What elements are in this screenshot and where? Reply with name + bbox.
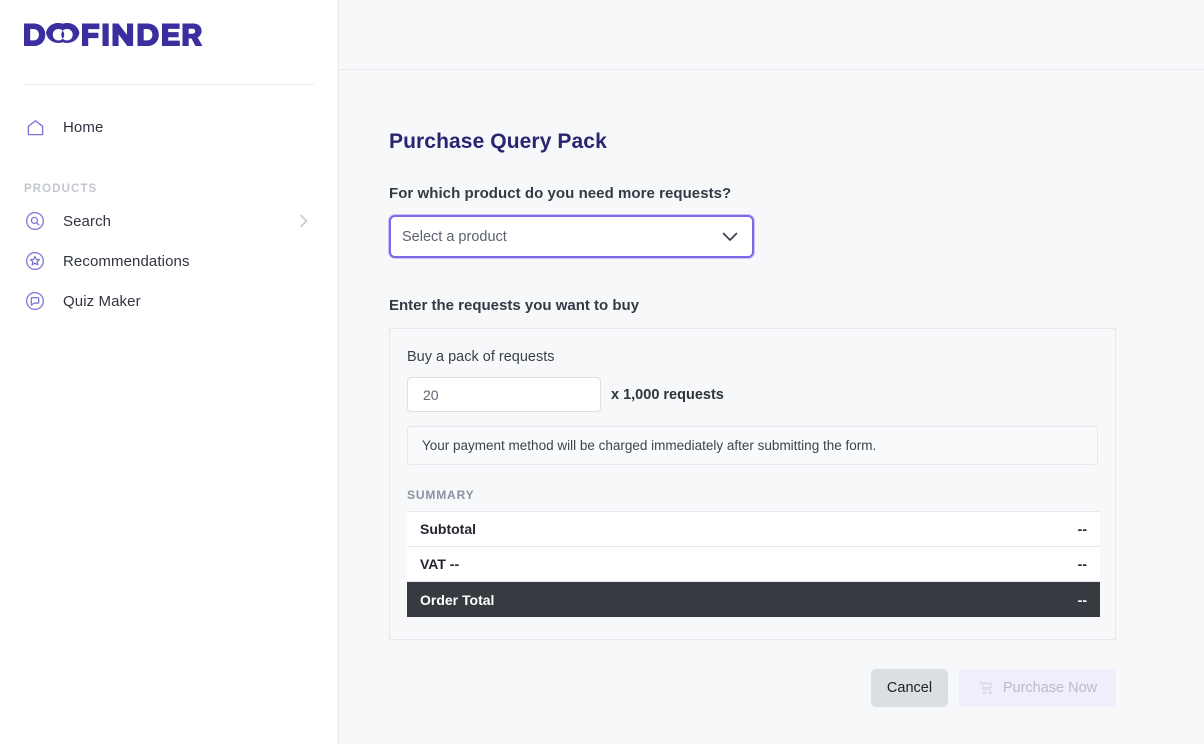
sidebar-section-products: PRODUCTS — [24, 183, 98, 195]
page-title: Purchase Query Pack — [389, 130, 607, 153]
doofinder-logo-icon — [24, 23, 203, 46]
quantity-input[interactable] — [407, 377, 601, 412]
sidebar-item-search[interactable]: Search — [0, 201, 338, 241]
product-select-value: Select a product — [402, 228, 507, 245]
brand-logo[interactable] — [0, 0, 338, 70]
search-circle-icon — [24, 210, 46, 232]
summary-row-vat: VAT -- -- — [407, 547, 1100, 582]
requests-card: Buy a pack of requests x 1,000 requests … — [389, 328, 1116, 640]
form-actions: Cancel Purchase Now — [389, 669, 1116, 707]
summary-table: Subtotal -- VAT -- -- Order Total -- — [407, 511, 1100, 617]
home-icon — [24, 116, 46, 138]
star-circle-icon — [24, 250, 46, 272]
summary-heading: SUMMARY — [407, 488, 475, 502]
quantity-row: x 1,000 requests — [407, 377, 1098, 412]
app-root: Home PRODUCTS Search Recommendations Qui… — [0, 0, 1204, 744]
chevron-right-icon[interactable] — [300, 214, 308, 228]
page-content: Purchase Query Pack For which product do… — [339, 70, 1204, 707]
sidebar-nav: Home PRODUCTS Search Recommendations Qui… — [0, 85, 338, 321]
sidebar-item-label: Recommendations — [63, 252, 190, 270]
top-bar — [339, 0, 1204, 70]
sidebar-item-label: Quiz Maker — [63, 292, 141, 310]
requests-heading: Enter the requests you want to buy — [389, 297, 640, 314]
main-area: Purchase Query Pack For which product do… — [339, 0, 1204, 744]
cancel-button[interactable]: Cancel — [871, 669, 948, 707]
purchase-now-button[interactable]: Purchase Now — [959, 669, 1116, 707]
product-select[interactable]: Select a product — [389, 215, 754, 258]
summary-row-label: Subtotal — [420, 521, 476, 537]
multiplier-label: x 1,000 requests — [611, 386, 724, 403]
summary-row-subtotal: Subtotal -- — [407, 512, 1100, 547]
sidebar-item-home[interactable]: Home — [0, 107, 338, 147]
summary-row-value: -- — [1077, 556, 1087, 572]
summary-row-value: -- — [1077, 591, 1087, 608]
pack-label: Buy a pack of requests — [407, 349, 555, 365]
summary-row-label: VAT -- — [420, 556, 460, 572]
sidebar-item-quiz-maker[interactable]: Quiz Maker — [0, 281, 338, 321]
sidebar-item-label: Home — [63, 118, 104, 136]
payment-notice: Your payment method will be charged imme… — [407, 426, 1098, 465]
summary-row-value: -- — [1077, 521, 1087, 537]
product-question-label: For which product do you need more reque… — [389, 185, 732, 202]
sidebar: Home PRODUCTS Search Recommendations Qui… — [0, 0, 339, 744]
purchase-now-label: Purchase Now — [1002, 680, 1098, 696]
shopping-cart-icon — [978, 680, 995, 696]
sidebar-item-recommendations[interactable]: Recommendations — [0, 241, 338, 281]
chevron-down-icon[interactable] — [722, 232, 738, 242]
chat-circle-icon — [24, 290, 46, 312]
sidebar-item-label: Search — [63, 212, 112, 230]
summary-row-label: Order Total — [420, 591, 495, 608]
summary-row-order-total: Order Total -- — [407, 582, 1100, 617]
